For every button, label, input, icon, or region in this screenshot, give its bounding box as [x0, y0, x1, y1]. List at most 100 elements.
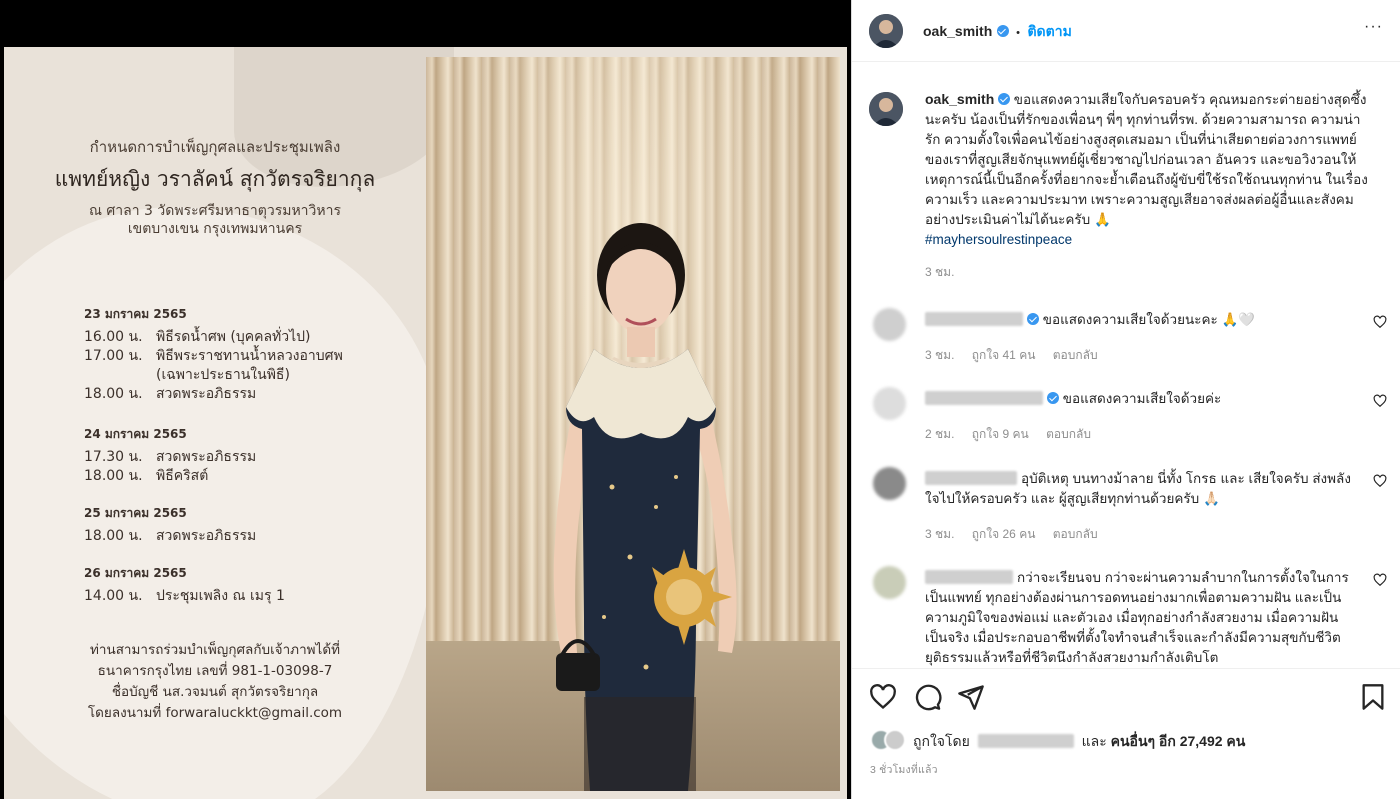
post-panel: oak_smith • ติดตาม ··· oak_smith ขอแสดงค…	[851, 0, 1400, 799]
blurred-username[interactable]	[925, 391, 1043, 405]
schedule-time: 17.30 น.	[84, 449, 143, 465]
comment-text: กว่าจะเรียนจบ กว่าจะผ่านความลำบากในการตั…	[925, 570, 1349, 665]
schedule-event: พิธีคริสต์	[156, 468, 209, 484]
reply-button[interactable]: ตอบกลับ	[1053, 527, 1098, 541]
schedule-date: 26 มกราคม 2565	[84, 566, 187, 580]
schedule-row: 18.00 น. สวดพระอภิธรรม	[84, 385, 343, 404]
post-actions: ถูกใจโดย และ คนอื่นๆ อีก 27,492 คน 3 ชั่…	[852, 668, 1400, 799]
schedule-row: (เฉพาะประธานในพิธี)	[84, 366, 343, 385]
like-summary[interactable]: ถูกใจโดย และ คนอื่นๆ อีก 27,492 คน	[913, 731, 1245, 753]
deceased-name: แพทย์หญิง วราลัคน์ สุกวัตรจริยากุล	[54, 167, 376, 191]
schedule-heading: กำหนดการบำเพ็ญกุศลและประชุมเพลิง	[89, 138, 341, 156]
schedule-day: 24 มกราคม 2565 17.30 น. สวดพระอภิธรรม 18.…	[84, 425, 256, 486]
caption: oak_smith ขอแสดงความเสียใจกับครอบครัว คุ…	[925, 89, 1375, 282]
blurred-username[interactable]	[925, 570, 1013, 584]
schedule-event: (เฉพาะประธานในพิธี)	[156, 367, 290, 383]
bookmark-icon[interactable]	[1359, 683, 1387, 711]
comment-likes[interactable]: ถูกใจ 41 คน	[972, 348, 1036, 362]
commenter-avatar[interactable]	[873, 566, 906, 599]
schedule-event: สวดพระอภิธรรม	[156, 386, 257, 402]
schedule-time: 17.00 น.	[84, 348, 143, 364]
comment-likes[interactable]: ถูกใจ 9 คน	[972, 427, 1029, 441]
hashtag-link[interactable]: #mayhersoulrestinpeace	[925, 232, 1072, 247]
comment-meta: 2 ชม. ถูกใจ 9 คน ตอบกลับ	[925, 425, 1105, 444]
signature-line: โดยลงนามที่ forwaraluckkt@gmail.com	[87, 705, 343, 721]
schedule-event: พิธีพระราชทานน้ำหลวงอาบศพ	[156, 348, 343, 364]
donation-line: ท่านสามารถร่วมบำเพ็ญกุศลกับเจ้าภาพได้ที่	[89, 642, 341, 658]
post-header: oak_smith • ติดตาม ···	[852, 0, 1400, 62]
blurred-username[interactable]	[925, 312, 1023, 326]
commenter-avatar[interactable]	[873, 387, 906, 420]
like-icon[interactable]	[869, 683, 897, 711]
schedule-row: 18.00 น. พิธีคริสต์	[84, 467, 256, 486]
schedule-time: 18.00 น.	[84, 468, 143, 484]
schedule-event: ประชุมเพลิง ณ เมรุ 1	[156, 588, 285, 604]
caption-avatar[interactable]	[869, 92, 903, 126]
schedule-date: 24 มกราคม 2565	[84, 427, 187, 441]
donation-info: ท่านสามารถร่วมบำเพ็ญกุศลกับเจ้าภาพได้ที่…	[4, 640, 426, 724]
comment-meta: 3 ชม. ถูกใจ 41 คน ตอบกลับ	[925, 346, 1112, 365]
schedule-event: สวดพระอภิธรรม	[156, 449, 257, 465]
like-comment-icon[interactable]	[1373, 315, 1387, 329]
like-comment-icon[interactable]	[1373, 394, 1387, 408]
comment-time: 3 ชม.	[925, 527, 955, 541]
schedule-date: 23 มกราคม 2565	[84, 307, 187, 321]
schedule-time: 18.00 น.	[84, 386, 143, 402]
reply-button[interactable]: ตอบกลับ	[1053, 348, 1098, 362]
caption-time: 3 ชม.	[925, 265, 955, 279]
bank-account-line: ธนาคารกรุงไทย เลขที่ 981-1-03098-7	[97, 663, 333, 679]
funeral-schedule: กำหนดการบำเพ็ญกุศลและประชุมเพลิง แพทย์หญ…	[4, 47, 426, 799]
comment-time: 2 ชม.	[925, 427, 955, 441]
schedule-time: 14.00 น.	[84, 588, 143, 604]
verified-badge-icon	[1047, 392, 1059, 404]
comment-time: 3 ชม.	[925, 348, 955, 362]
comment-meta: 3 ชม. ถูกใจ 26 คน ตอบกลับ	[925, 525, 1112, 544]
blurred-liker[interactable]	[977, 734, 1074, 748]
account-name-line: ชื่อบัญชี นส.วจมนต์ สุกวัตรจริยากุล	[111, 684, 319, 700]
username[interactable]: oak_smith	[923, 23, 992, 39]
share-icon[interactable]	[957, 683, 985, 711]
caption-username[interactable]: oak_smith	[925, 91, 994, 107]
comments-area[interactable]: oak_smith ขอแสดงความเสียใจกับครอบครัว คุ…	[852, 63, 1400, 668]
schedule-row: 17.00 น. พิธีพระราชทานน้ำหลวงอาบศพ	[84, 347, 343, 366]
schedule-event: สวดพระอภิธรรม	[156, 528, 257, 544]
schedule-time: 18.00 น.	[84, 528, 143, 544]
comment-likes[interactable]: ถูกใจ 26 คน	[972, 527, 1036, 541]
likes-middle: และ	[1081, 733, 1107, 749]
blurred-username[interactable]	[925, 471, 1017, 485]
separator: •	[1016, 27, 1021, 39]
schedule-row: 18.00 น. สวดพระอภิธรรม	[84, 527, 256, 546]
post-media[interactable]: กำหนดการบำเพ็ญกุศลและประชุมเพลิง แพทย์หญ…	[0, 0, 851, 799]
schedule-row: 17.30 น. สวดพระอภิธรรม	[84, 448, 256, 467]
post-timestamp[interactable]: 3 ชั่วโมงที่แล้ว	[870, 761, 938, 778]
commenter-avatar[interactable]	[873, 308, 906, 341]
schedule-row: 14.00 น. ประชุมเพลิง ณ เมรุ 1	[84, 587, 285, 606]
like-comment-icon[interactable]	[1373, 573, 1387, 587]
portrait-photo	[426, 57, 840, 791]
avatar[interactable]	[869, 14, 903, 48]
comment-text: ขอแสดงความเสียใจด้วยค่ะ	[1062, 391, 1222, 406]
schedule-event: พิธีรดน้ำศพ (บุคคลทั่วไป)	[156, 329, 311, 345]
caption-text: ขอแสดงความเสียใจกับครอบครัว คุณหมอกระต่า…	[925, 92, 1368, 227]
comment-icon[interactable]	[914, 683, 942, 711]
like-comment-icon[interactable]	[1373, 474, 1387, 488]
follow-button[interactable]: ติดตาม	[1027, 23, 1071, 39]
verified-badge-icon	[996, 25, 1009, 37]
reply-button[interactable]: ตอบกลับ	[1046, 427, 1091, 441]
memorial-image: กำหนดการบำเพ็ญกุศลและประชุมเพลิง แพทย์หญ…	[4, 47, 847, 799]
schedule-day: 23 มกราคม 2565 16.00 น. พิธีรดน้ำศพ (บุคค…	[84, 305, 343, 404]
schedule-date: 25 มกราคม 2565	[84, 506, 187, 520]
comment-text: ขอแสดงความเสียใจด้วยนะคะ 🙏🤍	[1042, 312, 1256, 327]
commenter-avatar[interactable]	[873, 467, 906, 500]
venue-line-2: เขตบางเขน กรุงเทพมหานคร	[127, 221, 303, 237]
schedule-day: 25 มกราคม 2565 18.00 น. สวดพระอภิธรรม	[84, 504, 256, 546]
liker-avatars[interactable]	[870, 729, 914, 751]
schedule-row: 16.00 น. พิธีรดน้ำศพ (บุคคลทั่วไป)	[84, 328, 343, 347]
woman-figure	[553, 223, 737, 791]
likes-others[interactable]: คนอื่นๆ อีก 27,492 คน	[1111, 733, 1246, 749]
more-options-icon[interactable]: ···	[1364, 18, 1383, 36]
schedule-day: 26 มกราคม 2565 14.00 น. ประชุมเพลิง ณ เมร…	[84, 564, 285, 606]
verified-badge-icon	[998, 93, 1011, 105]
schedule-time: 16.00 น.	[84, 329, 143, 345]
verified-badge-icon	[1027, 313, 1039, 325]
